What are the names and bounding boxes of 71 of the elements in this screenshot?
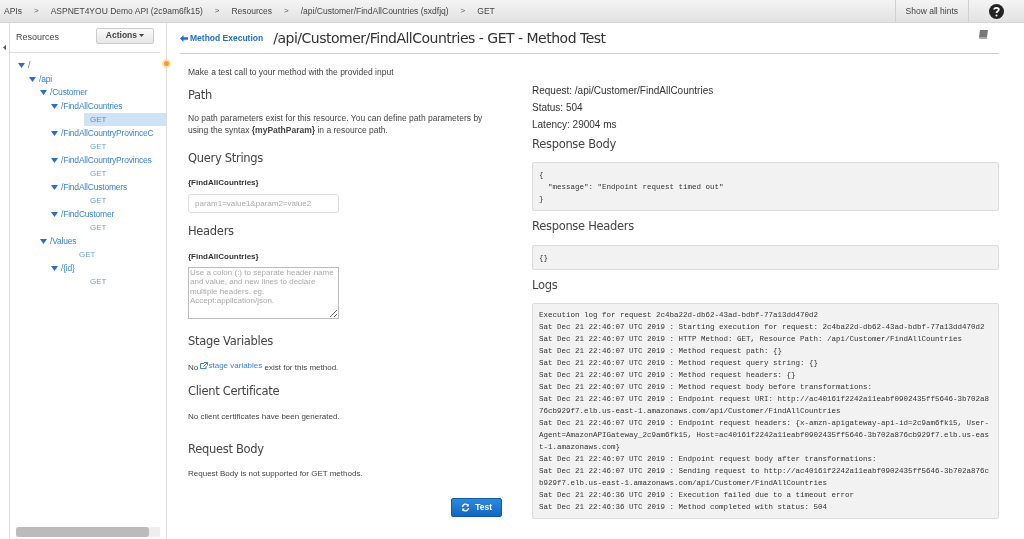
breadcrumb-separator: > <box>214 5 220 17</box>
caret-icon[interactable] <box>51 157 58 163</box>
query-string-field[interactable]: param1=value1&param2=value2 <box>188 194 339 214</box>
stage-variables-text: No stage variables exist for this method. <box>188 359 340 374</box>
section-heading: Logs <box>532 276 559 294</box>
tree-resource-item[interactable]: / <box>28 59 31 73</box>
breadcrumb-link[interactable]: ASPNET4YOU Demo API (2c9am6fk15) <box>50 4 203 18</box>
section-heading: Stage Variables <box>188 332 274 350</box>
field-label: {FindAllCountries} <box>188 177 260 190</box>
path-description: No path parameters exist for this resource. You can define path parameters by using the syntax {myPathParam} in a resource path. <box>188 112 484 136</box>
breadcrumb-link[interactable]: GET <box>477 4 495 18</box>
section-heading: Request Body <box>188 440 265 458</box>
status-text: Status: 504 <box>532 101 584 115</box>
breadcrumb-link[interactable]: Resources <box>231 4 273 18</box>
breadcrumb-separator: > <box>284 5 289 17</box>
section-heading: Path <box>188 86 214 104</box>
tree-method-item[interactable]: GET <box>73 248 166 261</box>
caret-icon[interactable] <box>51 211 58 217</box>
section-heading: Response Body <box>532 136 618 153</box>
caret-icon[interactable] <box>40 238 47 244</box>
actions-button[interactable]: Actions <box>95 27 154 44</box>
help-icon[interactable] <box>989 3 1004 19</box>
breadcrumb-separator: > <box>33 5 39 17</box>
section-heading: Client Certificate <box>188 383 281 401</box>
tree-method-item[interactable]: GET <box>84 275 166 288</box>
book-icon[interactable] <box>978 29 989 40</box>
caret-icon[interactable] <box>29 76 36 82</box>
client-certificate-text: No client certificates have been generated. <box>188 410 341 423</box>
section-heading: Headers <box>188 223 235 241</box>
tree-resource-item[interactable]: /{id} <box>61 261 75 275</box>
caret-icon[interactable] <box>40 90 47 96</box>
tree-resource-item[interactable]: /FindAllCustomers <box>61 180 128 194</box>
breadcrumb-link[interactable]: /api/Customer/FindAllCountries (sxdfjq) <box>300 4 449 18</box>
breadcrumb-link[interactable]: APIs <box>4 4 22 18</box>
tree-method-item[interactable]: GET <box>84 194 166 207</box>
caret-icon[interactable] <box>51 103 58 109</box>
tree-resource-item[interactable]: /Customer <box>50 86 88 100</box>
tree-method-item[interactable]: GET <box>84 167 166 180</box>
tree-method-item[interactable]: GET <box>84 113 166 126</box>
caret-icon[interactable] <box>51 265 58 271</box>
arrow-left-icon <box>180 34 188 42</box>
request-body-text: Request Body is not supported for GET methods. <box>188 467 364 480</box>
caret-icon[interactable] <box>51 184 58 190</box>
external-link-icon <box>200 362 209 370</box>
test-button[interactable]: Test <box>451 497 502 517</box>
back-link[interactable]: Method Execution <box>180 31 264 45</box>
request-text: Request: /api/Customer/FindAllCountries <box>532 84 715 98</box>
tree-method-item[interactable]: GET <box>84 140 166 153</box>
intro-text: Make a test call to your method with the provided input <box>188 66 395 79</box>
tree-method-item[interactable]: GET <box>84 221 166 234</box>
tree-resource-item[interactable]: /Values <box>50 234 77 248</box>
refresh-icon <box>461 502 471 512</box>
tree-resource-item[interactable]: /FindCustomer <box>61 207 115 221</box>
section-heading: Query Strings <box>188 150 265 167</box>
caret-icon[interactable] <box>18 63 25 69</box>
tree-resource-item[interactable]: /FindAllCountries <box>61 99 123 113</box>
caret-icon[interactable] <box>51 130 58 136</box>
collapse-arrow-icon[interactable] <box>3 45 6 50</box>
caret-icon <box>139 34 144 37</box>
field-label: {FindAllCountries} <box>188 250 260 263</box>
tree-resource-item[interactable]: /FindAllCountryProvinces <box>61 153 152 167</box>
sidebar-title: Resources <box>16 30 60 44</box>
latency-text: Latency: 29004 ms <box>532 118 618 132</box>
tree-resource-item[interactable]: /api <box>39 72 52 86</box>
headers-field[interactable]: Use a colon (:) to separate header name and value, and new lines to declare multiple headers. eg. Accept:application/json. <box>188 266 339 319</box>
breadcrumb-separator: > <box>460 5 466 17</box>
show-hints-button[interactable]: Show all hints <box>894 0 968 22</box>
tree-resource-item[interactable]: /FindAllCountryProvinceC <box>61 126 154 140</box>
stage-variables-link[interactable]: stage variables <box>200 359 263 372</box>
page-title: /api/Customer/FindAllCountries - GET - Method Test <box>273 28 607 48</box>
section-heading: Response Headers <box>532 218 635 236</box>
